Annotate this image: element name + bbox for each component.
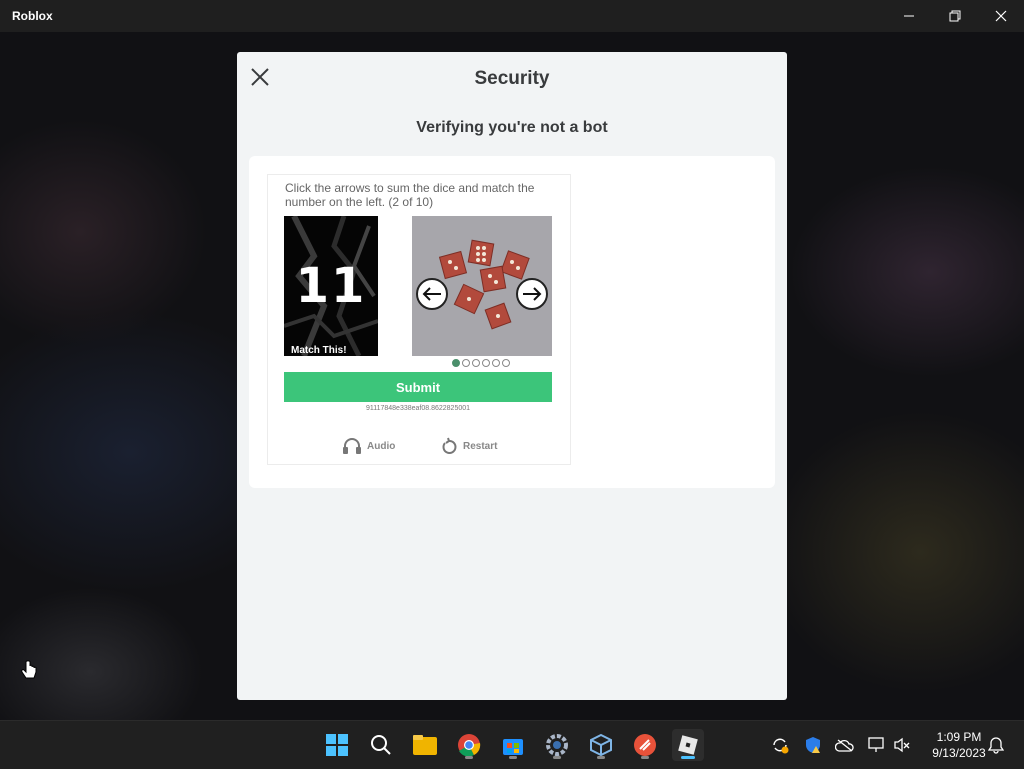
chrome-icon[interactable]	[453, 729, 485, 761]
security-modal: Security Verifying you're not a bot Clic…	[237, 52, 787, 700]
audio-button[interactable]: Audio	[342, 437, 395, 455]
target-caption: Match This!	[291, 345, 347, 356]
notification-bell-icon[interactable]	[986, 735, 1006, 755]
captcha-widget: Click the arrows to sum the dice and mat…	[267, 174, 571, 465]
previous-arrow-button[interactable]	[416, 278, 448, 310]
network-icon[interactable]	[867, 735, 887, 755]
close-window-button[interactable]	[978, 0, 1024, 32]
volume-muted-icon[interactable]	[892, 735, 912, 755]
progress-dot	[482, 359, 490, 367]
target-number: 11	[295, 258, 367, 314]
submit-button[interactable]: Submit	[284, 372, 552, 402]
modal-subtitle: Verifying you're not a bot	[416, 119, 608, 136]
target-number-image: 11 Match This!	[284, 216, 378, 356]
search-icon[interactable]	[365, 729, 397, 761]
progress-dots	[452, 359, 510, 367]
window-title-bar: Roblox	[0, 0, 1024, 32]
virtualbox-icon[interactable]	[585, 729, 617, 761]
modal-title: Security	[474, 68, 550, 89]
windows-start-icon[interactable]	[321, 729, 353, 761]
sync-icon[interactable]	[770, 735, 790, 755]
minimize-button[interactable]	[886, 0, 932, 32]
session-id: 91117848e338eaf08.8622825001	[365, 405, 471, 412]
app-icon[interactable]	[629, 729, 661, 761]
arrow-left-icon	[422, 287, 441, 301]
settings-icon[interactable]	[541, 729, 573, 761]
captcha-instructions: Click the arrows to sum the dice and mat…	[285, 181, 535, 209]
taskbar: 1:09 PM 9/13/2023	[0, 720, 1024, 769]
restore-icon	[949, 10, 961, 22]
progress-dot	[452, 359, 460, 367]
restore-button[interactable]	[932, 0, 978, 32]
file-explorer-icon[interactable]	[409, 729, 441, 761]
microsoft-store-icon[interactable]	[497, 729, 529, 761]
restart-icon	[442, 437, 457, 454]
progress-dot	[502, 359, 510, 367]
close-icon	[995, 10, 1007, 22]
roblox-icon[interactable]	[672, 729, 704, 761]
progress-dot	[472, 359, 480, 367]
next-arrow-button[interactable]	[516, 278, 548, 310]
audio-label: Audio	[367, 440, 396, 452]
progress-dot	[462, 359, 470, 367]
minimize-icon	[904, 15, 914, 17]
arrow-right-icon	[523, 287, 542, 301]
defender-warning-icon[interactable]	[803, 735, 823, 755]
restart-label: Restart	[463, 440, 498, 452]
restart-button[interactable]: Restart	[440, 437, 497, 455]
hand-cursor-icon	[21, 660, 37, 679]
headphones-icon	[343, 438, 361, 454]
window-title: Roblox	[12, 9, 53, 23]
captcha-panel: Click the arrows to sum the dice and mat…	[249, 156, 775, 488]
progress-dot	[492, 359, 500, 367]
onedrive-icon[interactable]	[835, 735, 855, 755]
